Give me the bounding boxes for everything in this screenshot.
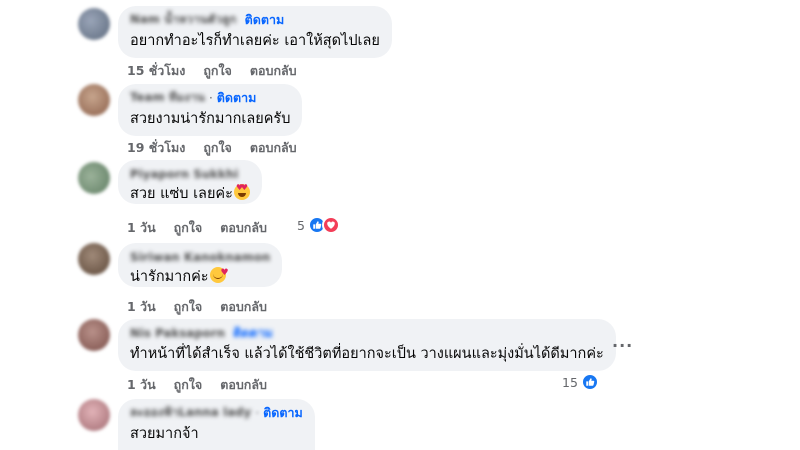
avatar[interactable]	[78, 8, 110, 40]
comment-text: ทำหน้าที่ได้สำเร็จ แล้วได้ใช้ชีวิตที่อยา…	[130, 346, 604, 362]
like-reaction-icon	[580, 373, 599, 391]
comment-bubble: Piyaporn Sukkhi สวย แซ่บ เลยค่ะ	[118, 160, 262, 204]
separator: ·	[208, 91, 213, 105]
reaction-summary[interactable]: 15	[562, 373, 599, 391]
comment-bubble: ละอองฟ้าLanna lady · ติดตาม สวยมากจ้า	[118, 399, 315, 450]
reply-button[interactable]: ตอบกลับ	[250, 138, 297, 158]
reply-button[interactable]: ตอบกลับ	[220, 375, 267, 395]
reaction-count: 15	[562, 374, 578, 390]
comment-time[interactable]: 1 วัน	[127, 297, 156, 317]
avatar[interactable]	[78, 399, 110, 431]
comment-time[interactable]: 19 ชั่วโมง	[127, 138, 185, 158]
like-button[interactable]: ถูกใจ	[174, 297, 203, 317]
reply-button[interactable]: ตอบกลับ	[220, 218, 267, 238]
comment-time[interactable]: 15 ชั่วโมง	[127, 61, 185, 81]
comment-author[interactable]: Nam น้ำหวานตัวลูก	[130, 11, 237, 29]
like-button[interactable]: ถูกใจ	[174, 218, 203, 238]
separator: ·	[255, 406, 260, 420]
comment-author[interactable]: ละอองฟ้าLanna lady	[130, 404, 251, 422]
heart-eyes-emoji-icon	[233, 184, 250, 200]
reaction-count: 5	[297, 217, 305, 233]
comment-actions: 15 ชั่วโมง ถูกใจ ตอบกลับ	[127, 61, 315, 81]
reply-button[interactable]: ตอบกลับ	[220, 297, 267, 317]
comment-actions: 1 วัน ถูกใจ ตอบกลับ	[127, 375, 285, 395]
comment-author[interactable]: Siriwan Kanoknamon	[130, 250, 270, 264]
like-button[interactable]: ถูกใจ	[203, 138, 232, 158]
avatar[interactable]	[78, 162, 110, 194]
comment-bubble: Siriwan Kanoknamon น่ารักมากค่ะ	[118, 243, 283, 287]
reply-button[interactable]: ตอบกลับ	[250, 61, 297, 81]
more-options-icon[interactable]: ···	[612, 336, 633, 355]
comment-author[interactable]: Nis Paksaporn	[130, 326, 225, 340]
follow-link[interactable]: ติดตาม	[263, 403, 303, 423]
comment-text: น่ารักมากค่ะ	[130, 269, 209, 285]
comment-actions: 1 วัน ถูกใจ ตอบกลับ	[127, 297, 285, 317]
follow-link[interactable]: ติดตาม	[245, 10, 285, 30]
comment-bubble: Nis Paksaporn ติดตาม ทำหน้าที่ได้สำเร็จ …	[118, 319, 616, 371]
comment-bubble: Nam น้ำหวานตัวลูก ติดตาม อยากทำอะไรก็ทำเ…	[118, 6, 392, 58]
avatar[interactable]	[78, 84, 110, 116]
follow-link[interactable]: ติดตาม	[217, 88, 257, 108]
comment-text: อยากทำอะไรก็ทำเลยค่ะ เอาให้สุดไปเลย	[130, 33, 380, 49]
avatar[interactable]	[78, 243, 110, 275]
reaction-summary[interactable]: 5	[297, 216, 340, 234]
comment-actions: 19 ชั่วโมง ถูกใจ ตอบกลับ	[127, 138, 315, 158]
comment-author[interactable]: Team ทีมงาน	[130, 89, 205, 107]
comment-author[interactable]: Piyaporn Sukkhi	[130, 167, 239, 181]
comment-text-row: น่ารักมากค่ะ	[130, 263, 270, 287]
comment-text: สวยมากจ้า	[130, 426, 199, 442]
like-button[interactable]: ถูกใจ	[174, 375, 203, 395]
comment-time[interactable]: 1 วัน	[127, 375, 156, 395]
comment-bubble: Team ทีมงาน · ติดตาม สวยงามน่ารักมากเลยค…	[118, 84, 303, 136]
comment-text: สวยงามน่ารักมากเลยครับ	[130, 111, 291, 127]
like-button[interactable]: ถูกใจ	[203, 61, 232, 81]
comment-text: สวย แซ่บ เลยค่ะ	[130, 186, 233, 202]
comment-text-row: สวย แซ่บ เลยค่ะ	[130, 184, 250, 204]
avatar[interactable]	[78, 319, 110, 351]
follow-link[interactable]: ติดตาม	[233, 323, 273, 343]
comment-actions: 1 วัน ถูกใจ ตอบกลับ	[127, 218, 285, 238]
love-reaction-icon	[321, 216, 340, 234]
comment-time[interactable]: 1 วัน	[127, 218, 156, 238]
smiling-face-with-hearts-emoji-icon	[209, 263, 229, 283]
